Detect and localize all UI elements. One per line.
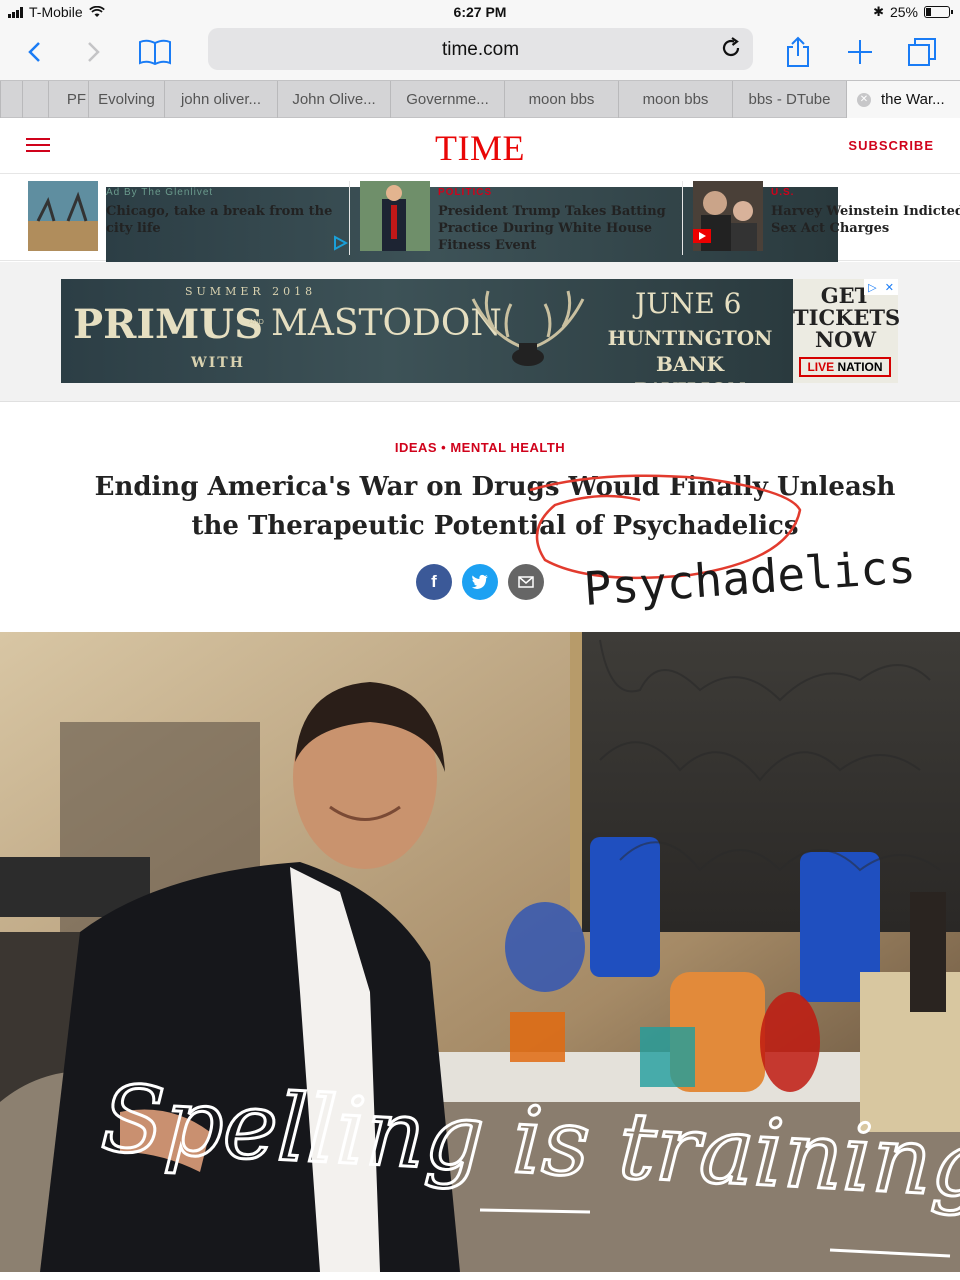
ad-and: AND xyxy=(249,319,264,326)
battery-icon xyxy=(924,6,953,18)
tab-john-oliver-2[interactable]: John Olive... xyxy=(277,81,390,118)
tabs-overview-button[interactable] xyxy=(902,32,942,72)
story-headline: Chicago, take a break from the city life xyxy=(106,204,333,236)
bluetooth-icon: ✱ xyxy=(873,4,884,19)
tab-label: the War... xyxy=(881,91,945,108)
twitter-share-button[interactable] xyxy=(462,564,498,600)
story-strip: Ad By The Glenlivet Chicago, take a brea… xyxy=(0,175,960,291)
close-icon[interactable]: ✕ xyxy=(885,281,894,294)
ad-cta-panel[interactable]: GET TICKETS NOW LIVE NATION ▷ ✕ xyxy=(793,279,900,383)
hero-photo xyxy=(0,632,960,1272)
story-card-ad[interactable]: Ad By The Glenlivet Chicago, take a brea… xyxy=(28,181,838,291)
story-kicker: U.S. xyxy=(771,187,795,198)
tab-label: john oliver... xyxy=(180,91,262,108)
story-card-us[interactable]: U.S. Harvey Weinstein Indicted on Rape a… xyxy=(693,181,960,255)
antlers-illustration xyxy=(471,290,585,366)
tab-bbs-dtube[interactable]: bbs - DTube xyxy=(732,81,846,118)
ad-headliner: PRIMUS xyxy=(73,301,264,348)
chevron-right-icon xyxy=(88,42,100,62)
tab-evolving[interactable]: Evolving xyxy=(88,81,164,118)
tab-moon-bbs-1[interactable]: moon bbs xyxy=(504,81,618,118)
tab-label: moon bbs xyxy=(528,91,595,108)
ad-band: SUMMER 2018 PRIMUS AND MASTODON WITH JUN… xyxy=(0,262,960,402)
story-thumbnail xyxy=(360,181,430,251)
story-card-politics[interactable]: POLITICS President Trump Takes Batting P… xyxy=(360,181,680,255)
divider xyxy=(682,181,683,255)
share-icon xyxy=(787,36,809,67)
hero-illustration xyxy=(0,632,960,1272)
email-share-button[interactable] xyxy=(508,564,544,600)
tab-stub[interactable] xyxy=(22,81,48,118)
tab-moon-bbs-2[interactable]: moon bbs xyxy=(618,81,732,118)
bookmarks-button[interactable] xyxy=(135,32,175,72)
adchoices-icon[interactable] xyxy=(332,235,348,251)
concert-ad-banner[interactable]: SUMMER 2018 PRIMUS AND MASTODON WITH JUN… xyxy=(61,279,793,383)
tab-label: Governme... xyxy=(406,91,489,108)
share-button[interactable] xyxy=(778,32,818,72)
handwritten-correction: Psychadelics xyxy=(582,539,917,616)
ad-venue: HUNTINGTON BANK PAVILION xyxy=(607,326,773,383)
tab-john-oliver-1[interactable]: john oliver... xyxy=(164,81,277,118)
subscribe-link[interactable]: SUBSCRIBE xyxy=(848,138,934,153)
tab-label: bbs - DTube xyxy=(748,91,831,108)
story-headline: President Trump Takes Batting Practice D… xyxy=(438,204,666,253)
tab-government[interactable]: Governme... xyxy=(390,81,504,118)
tab-pf[interactable]: PF xyxy=(48,81,88,118)
adchoices-icon[interactable]: ▷ xyxy=(868,281,876,294)
ad-controls[interactable]: ▷ ✕ xyxy=(864,279,898,295)
twitter-icon xyxy=(471,574,488,589)
reload-icon[interactable] xyxy=(719,36,743,60)
site-header: TIME SUBSCRIBE xyxy=(0,118,960,174)
close-tab-icon[interactable]: ✕ xyxy=(857,92,871,107)
live-nation-logo: LIVE NATION xyxy=(799,357,891,377)
facebook-share-button[interactable]: f xyxy=(416,564,452,600)
ad-date: JUNE 6 xyxy=(635,287,742,320)
new-tab-button[interactable] xyxy=(840,32,880,72)
story-thumbnail xyxy=(28,181,98,251)
story-headline: Harvey Weinstein Indicted on Rape and Se… xyxy=(771,204,960,236)
tab-label: Evolving xyxy=(98,91,155,108)
story-kicker: POLITICS xyxy=(438,187,493,198)
ad-with: WITH xyxy=(191,355,245,371)
divider xyxy=(349,181,350,255)
tab-the-war[interactable]: ✕ the War... xyxy=(846,81,960,118)
tabs-icon xyxy=(908,38,936,66)
time-logo[interactable]: TIME xyxy=(0,127,960,169)
forward-button[interactable] xyxy=(74,32,114,72)
tab-label: moon bbs xyxy=(642,91,709,108)
url-text: time.com xyxy=(441,39,520,60)
back-button[interactable] xyxy=(14,32,54,72)
tab-label: John Olive... xyxy=(292,91,376,108)
tab-label: PF xyxy=(66,91,86,108)
tab-stub[interactable] xyxy=(0,81,22,118)
clock: 6:27 PM xyxy=(453,4,507,20)
ad-tagline: SUMMER 2018 xyxy=(185,285,317,298)
plus-icon xyxy=(848,40,872,64)
browser-toolbar: time.com xyxy=(0,24,960,80)
facebook-icon: f xyxy=(431,572,437,591)
tab-bar: PF Evolving john oliver... John Olive...… xyxy=(0,80,960,118)
book-icon xyxy=(139,39,171,65)
mail-icon xyxy=(518,576,534,588)
article-title: Ending America's War on Drugs Would Fina… xyxy=(94,472,896,541)
battery-percent: 25% xyxy=(889,4,918,20)
story-thumbnail xyxy=(693,181,763,251)
address-bar[interactable]: time.com xyxy=(208,28,753,70)
status-bar: T-Mobile 6:27 PM ✱ 25% xyxy=(0,0,960,24)
chevron-left-icon xyxy=(28,42,40,62)
article-section[interactable]: IDEAS • MENTAL HEALTH xyxy=(0,440,960,455)
